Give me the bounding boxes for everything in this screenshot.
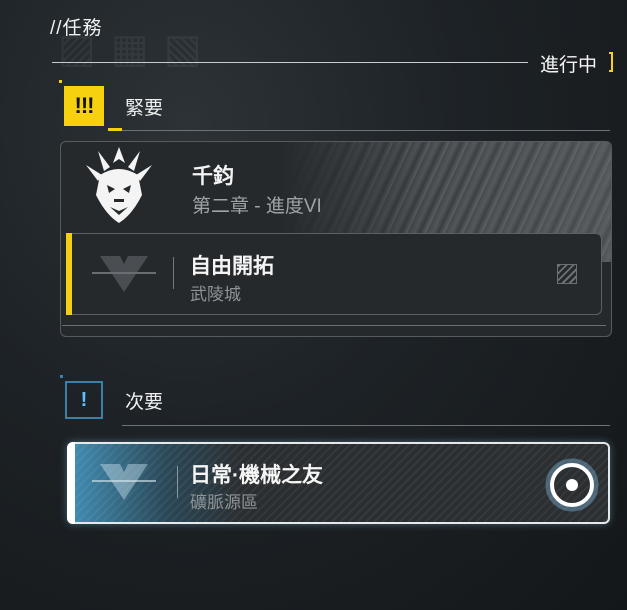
minor-quest-location: 礦脈源區	[190, 493, 258, 512]
hatch-pattern-icon	[557, 264, 577, 284]
triangle-v-icon	[92, 464, 156, 500]
urgent-quest-location: 武陵城	[190, 285, 241, 304]
quest-separator	[173, 257, 174, 289]
card-bottom-rule	[62, 325, 606, 326]
dragon-emblem-icon	[86, 147, 152, 223]
badge-corner-deco	[108, 128, 122, 131]
quest-separator	[177, 466, 178, 498]
badge-corner-deco	[60, 375, 63, 378]
minor-category-label: 次要	[125, 392, 164, 413]
page-title: //任務	[50, 18, 103, 39]
urgent-accent-bar	[66, 233, 72, 315]
target-circle-icon[interactable]	[545, 458, 599, 512]
badge-corner-deco	[59, 80, 62, 83]
status-bracket-icon	[609, 52, 613, 72]
story-chapter-progress: 第二章 - 進度VI	[192, 196, 322, 217]
minor-quest-title: 日常·機械之友	[190, 464, 323, 487]
story-character-name: 千鈞	[192, 165, 234, 188]
urgent-category-badge: !!!	[64, 86, 104, 126]
minor-category-divider	[122, 425, 610, 426]
exclamation-triple-icon: !!!	[74, 93, 95, 118]
minor-category-badge: !	[65, 381, 103, 419]
status-filter-label[interactable]: 進行中	[540, 50, 597, 77]
urgent-quest-title: 自由開拓	[190, 255, 274, 278]
urgent-category-label: 緊要	[125, 98, 164, 119]
triangle-v-icon	[92, 256, 156, 292]
header-divider	[52, 62, 528, 63]
exclamation-icon: !	[80, 388, 88, 411]
minor-accent-bar	[67, 442, 75, 524]
urgent-category-divider	[122, 130, 610, 131]
